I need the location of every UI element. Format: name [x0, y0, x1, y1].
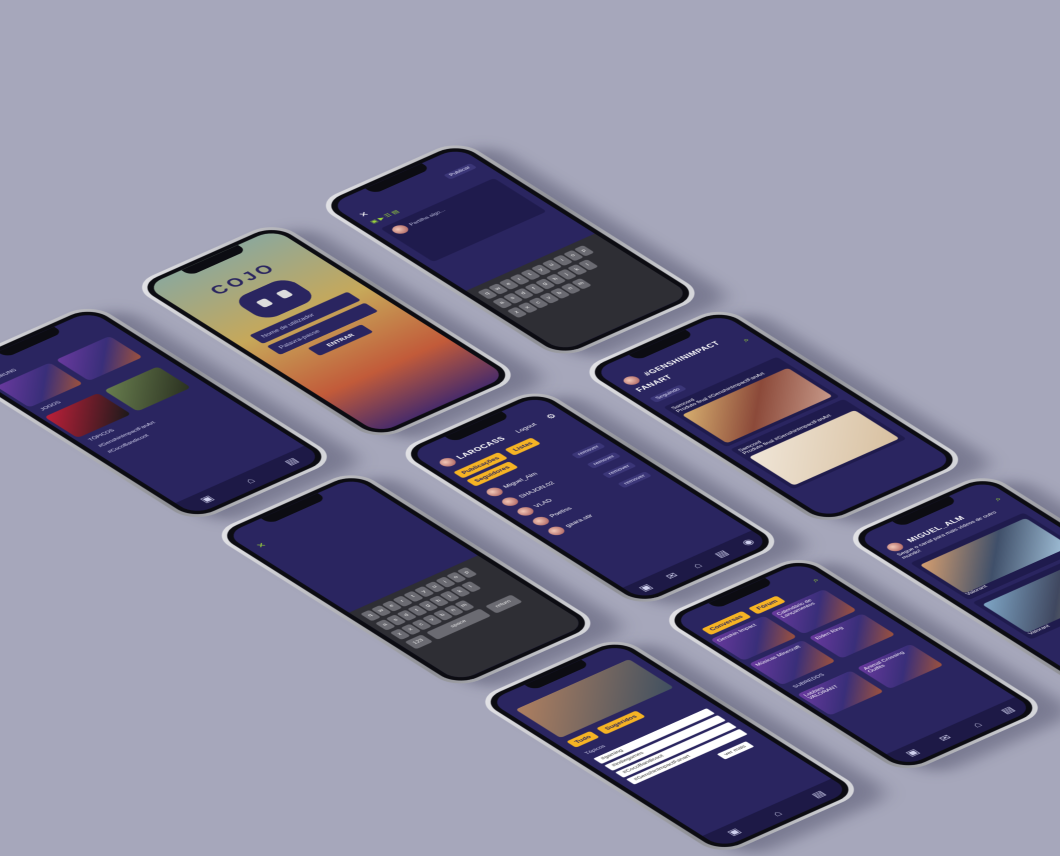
fanart-post[interactable]: Samcord Produto final #GenshinImpactFanA… — [730, 398, 907, 490]
numbers-key[interactable]: 123 — [404, 634, 433, 650]
channel-bio: Segue o canal para mais vídeos de outro … — [896, 510, 999, 560]
mail-nav-icon[interactable]: ✉ — [936, 733, 955, 743]
channel-avatar — [883, 540, 907, 553]
see-more-button[interactable]: ver mais — [716, 741, 755, 760]
profile-avatar — [436, 456, 459, 469]
subredds-label: SUBREDDS — [791, 672, 827, 690]
tab-lists[interactable]: Listas — [504, 437, 542, 456]
video-card[interactable]: Valorant — [972, 552, 1060, 640]
gamepad-nav-icon[interactable]: ▣ — [903, 748, 923, 759]
forum-tile[interactable]: Elden Ring — [808, 613, 896, 659]
bottom-nav: ▣ ✉ ⌂ ▤ — [886, 696, 1035, 767]
remove-button[interactable]: remover — [601, 461, 637, 479]
topic-tag[interactable]: #indiegames — [604, 715, 726, 771]
video-game-label: Valorant — [1027, 624, 1052, 636]
post-icon[interactable]: ▤ — [389, 209, 401, 215]
post-author: Samcord — [670, 397, 697, 411]
tab-suggested[interactable]: Sugeridos — [596, 710, 646, 735]
keyboard[interactable]: qwertyuiop asdfghjkl zxcvbnm 123 space r… — [349, 555, 588, 682]
search-icon[interactable]: ⌕ — [810, 577, 823, 584]
follower-row: SHAJON.02 remover — [489, 446, 633, 513]
tab-followers[interactable]: Seguidores — [465, 461, 519, 487]
tab-conversations[interactable]: Conversas — [701, 610, 752, 636]
topic-tag[interactable]: #GenshinImpactFanart — [626, 728, 748, 785]
camera-nav-icon[interactable]: ◉ — [739, 537, 758, 547]
topic-tag[interactable]: #CocoBandicoot — [615, 722, 737, 778]
forum-tile[interactable]: Calendário de Lançamentos — [769, 589, 857, 635]
home-nav-icon[interactable]: ⌂ — [969, 720, 985, 729]
feed-nav-icon[interactable]: ▤ — [282, 456, 302, 467]
remove-button[interactable]: remover — [570, 441, 606, 459]
follower-row: VLAD remover — [504, 455, 648, 522]
search-icon[interactable]: ⌕ — [992, 496, 1005, 503]
follower-row: Miguel_Alm remover — [473, 436, 617, 503]
tab-publications[interactable]: Publicações — [453, 452, 508, 479]
video-game-label: Valorant — [964, 584, 989, 597]
gamepad-nav-icon[interactable]: ▣ — [724, 827, 744, 838]
feed-nav-icon[interactable]: ▤ — [998, 705, 1018, 716]
subredd-tile[interactable]: Animal Crossing Outfits — [856, 643, 944, 689]
bottom-nav: ▣ ⌂ ▤ — [702, 778, 851, 849]
gamepad-nav-icon[interactable]: ▣ — [197, 494, 217, 505]
close-icon[interactable]: ✕ — [255, 542, 270, 550]
remove-button[interactable]: remover — [617, 471, 652, 488]
remove-button[interactable]: remover — [586, 451, 621, 469]
follower-row: gaara.stir — [535, 475, 679, 542]
return-key[interactable]: return — [484, 594, 523, 614]
topic-item[interactable]: #GenshinImpactFanArt — [87, 390, 225, 453]
channel-username: MIGUEL_ALM — [905, 515, 968, 544]
gamepad-nav-icon[interactable]: ▣ — [636, 583, 656, 594]
video-card[interactable]: Valorant — [910, 512, 1060, 601]
space-key[interactable]: space — [426, 608, 492, 640]
topics-label: Tópicos — [583, 744, 607, 756]
follower-row: Poetiss remover — [519, 465, 663, 532]
settings-gear-icon[interactable]: ⚙ — [543, 412, 559, 420]
forum-tile[interactable]: Músicas Minecraft — [748, 640, 836, 686]
mail-nav-icon[interactable]: ✉ — [663, 571, 682, 581]
post-input[interactable]: Partilha algo... — [408, 209, 447, 227]
home-nav-icon[interactable]: ⌂ — [242, 476, 258, 485]
subredd-tile[interactable]: Lobbies VALORANT — [796, 670, 884, 716]
game-tile[interactable] — [44, 393, 132, 438]
home-nav-icon[interactable]: ⌂ — [689, 561, 705, 570]
tab-all[interactable]: Tudo — [566, 731, 600, 748]
tab-forum[interactable]: Fórum — [748, 595, 787, 615]
feed-nav-icon[interactable]: ▤ — [712, 549, 732, 560]
topic-tag[interactable]: #gaming — [593, 708, 715, 764]
topic-item[interactable]: #CocoBandicoot — [96, 396, 234, 459]
search-icon[interactable]: ⌕ — [740, 336, 753, 343]
logout-link[interactable]: Logout — [513, 422, 538, 434]
profile-username: LAROCASS — [455, 435, 509, 461]
home-nav-icon[interactable]: ⌂ — [769, 809, 785, 818]
forum-tile[interactable]: Genshin Impact — [710, 615, 798, 661]
